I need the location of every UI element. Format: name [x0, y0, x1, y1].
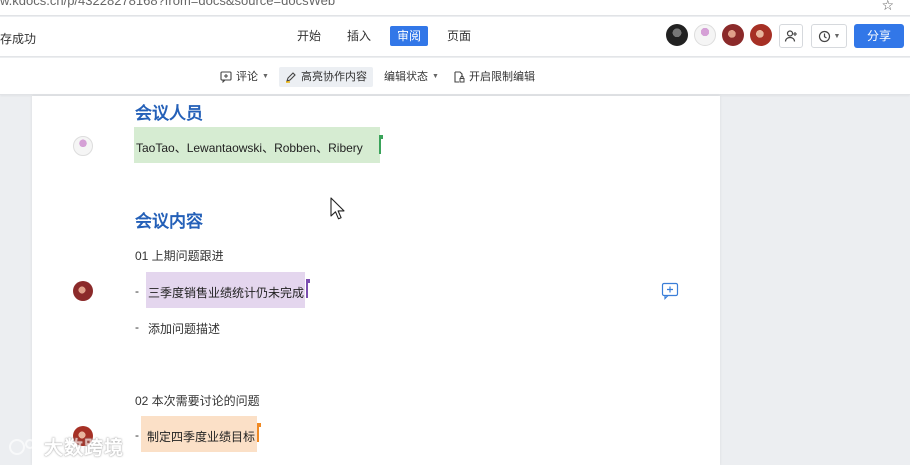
collab-cursor — [306, 281, 308, 298]
comment-label: 评论 — [236, 71, 258, 83]
clock-icon — [818, 30, 830, 42]
review-toolbar: 评论 ▼ 高亮协作内容 编辑状态 ▼ 开启限制编辑 — [0, 58, 910, 95]
history-button[interactable]: ▼ — [811, 24, 847, 48]
bullet-text[interactable]: 三季度销售业绩统计仍未完成 — [148, 284, 304, 301]
collaborator-avatar[interactable] — [750, 24, 772, 46]
bullet-dash: - — [135, 428, 139, 442]
item-heading[interactable]: 02 本次需要讨论的问题 — [135, 392, 260, 409]
collab-cursor-flag — [379, 135, 383, 139]
save-status: 存成功 — [0, 32, 37, 46]
chevron-down-icon: ▼ — [833, 32, 841, 40]
comment-icon — [220, 71, 232, 83]
edit-state-label: 编辑状态 — [384, 71, 428, 83]
watermark: 大数跨境 — [8, 433, 124, 460]
watermark-text: 大数跨境 — [44, 438, 125, 459]
collaborator-avatar[interactable] — [666, 24, 688, 46]
restrict-edit-tool[interactable]: 开启限制编辑 — [447, 67, 541, 87]
chevron-down-icon: ▼ — [432, 73, 439, 80]
comment-tool[interactable]: 评论 ▼ — [214, 67, 275, 87]
url-text[interactable]: w.kdocs.cn/p/43228278168?from=docs&sourc… — [0, 0, 335, 8]
menu-tabs: 开始 插入 审阅 页面 — [290, 26, 490, 46]
line-author-avatar[interactable] — [73, 281, 93, 301]
bullet-dash: - — [135, 320, 139, 334]
bullet-text[interactable]: 制定四季度业绩目标 — [147, 428, 255, 445]
highlight-label: 高亮协作内容 — [301, 71, 367, 83]
collab-cursor-flag — [306, 279, 310, 283]
item-heading[interactable]: 01 上期问题跟进 — [135, 247, 224, 264]
watermark-logo-icon — [9, 438, 42, 455]
collab-cursor — [257, 425, 259, 442]
bookmark-star-icon[interactable]: ☆ — [881, 0, 894, 14]
tab-page[interactable]: 页面 — [440, 26, 478, 46]
attendees-text[interactable]: TaoTao、Lewantaowski、Robben、Ribery — [136, 139, 363, 156]
bullet-text[interactable]: 添加问题描述 — [148, 320, 220, 337]
line-author-avatar[interactable] — [73, 136, 93, 156]
user-add-icon — [784, 30, 797, 42]
highlight-collab-tool[interactable]: 高亮协作内容 — [279, 67, 373, 87]
collaborator-avatars — [666, 24, 772, 46]
mouse-pointer-icon — [330, 197, 345, 220]
collab-cursor — [379, 137, 381, 154]
collaborator-avatar[interactable] — [694, 24, 716, 46]
restrict-edit-label: 开启限制编辑 — [469, 71, 535, 83]
collaborator-avatar[interactable] — [722, 24, 744, 46]
browser-url-bar[interactable]: w.kdocs.cn/p/43228278168?from=docs&sourc… — [0, 0, 910, 16]
share-button[interactable]: 分享 — [854, 24, 904, 48]
bullet-dash: - — [135, 284, 139, 298]
tab-insert[interactable]: 插入 — [340, 26, 378, 46]
tab-review[interactable]: 审阅 — [390, 26, 429, 46]
document-lock-icon — [454, 71, 465, 83]
section-title-attendees: 会议人员 — [135, 104, 203, 123]
tab-start[interactable]: 开始 — [290, 26, 328, 46]
chevron-down-icon: ▼ — [262, 73, 269, 80]
app-menubar: 存成功 开始 插入 审阅 页面 ▼ 分享 — [0, 17, 910, 57]
section-title-content: 会议内容 — [135, 212, 203, 231]
collab-cursor-flag — [257, 423, 261, 427]
add-comment-icon[interactable] — [661, 282, 679, 300]
highlighter-icon — [286, 72, 296, 83]
add-collaborator-button[interactable] — [779, 24, 803, 48]
edit-state-tool[interactable]: 编辑状态 ▼ — [378, 67, 445, 87]
